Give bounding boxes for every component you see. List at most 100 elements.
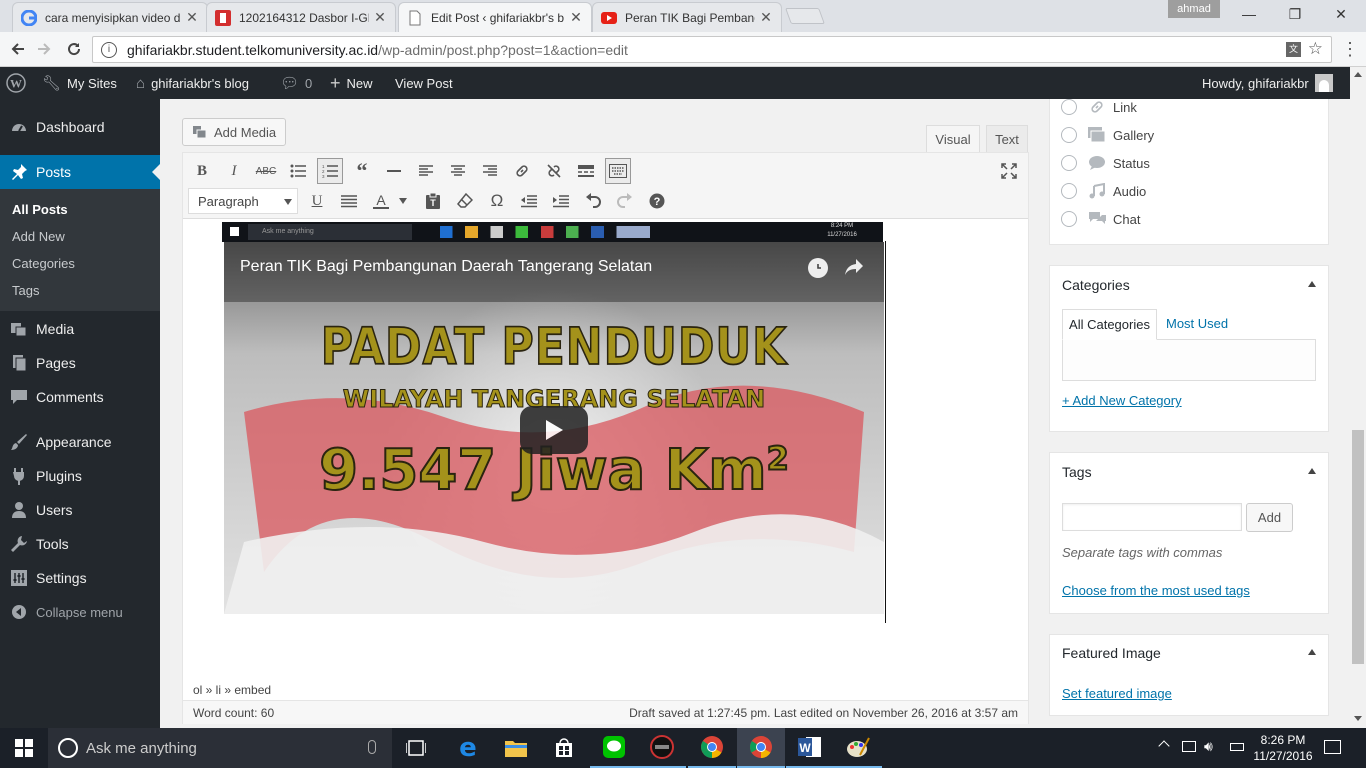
format-select[interactable]: Paragraph [188, 188, 298, 214]
restore-icon[interactable]: ❐ [1272, 2, 1318, 26]
chrome-active-icon[interactable] [737, 728, 785, 768]
menu-media[interactable]: Media [0, 312, 160, 346]
tab-visual[interactable]: Visual [926, 125, 980, 153]
menu-comments[interactable]: Comments [0, 380, 160, 414]
show-hidden-icons-chevron-icon[interactable] [1158, 740, 1170, 752]
network-icon[interactable] [1182, 741, 1196, 752]
horizontal-line-icon[interactable] [381, 158, 407, 184]
bold-icon[interactable]: B [189, 158, 215, 184]
menu-users[interactable]: Users [0, 493, 160, 527]
watch-later-icon[interactable] [808, 258, 828, 278]
close-icon[interactable]: ✕ [185, 9, 199, 26]
scrollbar-thumb[interactable] [1352, 430, 1364, 664]
help-icon[interactable]: ? [644, 188, 670, 214]
browser-tab-google[interactable]: cara menyisipkan video d ✕ [12, 2, 208, 32]
scroll-down-arrow-icon[interactable] [1354, 716, 1362, 721]
collapse-arrow-icon[interactable] [1308, 468, 1316, 474]
microphone-icon[interactable] [368, 740, 376, 754]
share-icon[interactable] [844, 258, 864, 276]
text-color-dropdown-icon[interactable] [394, 188, 412, 214]
set-featured-image-link[interactable]: Set featured image [1062, 686, 1172, 701]
insert-link-icon[interactable] [509, 158, 535, 184]
task-view-icon[interactable] [392, 728, 440, 768]
menu-plugins[interactable]: Plugins [0, 459, 160, 493]
blockquote-icon[interactable]: “ [349, 158, 375, 184]
comments-menu[interactable]: 💬︎ 0 [280, 67, 312, 99]
menu-posts[interactable]: Posts [0, 155, 160, 189]
radio-button[interactable] [1061, 155, 1077, 171]
clear-formatting-icon[interactable] [452, 188, 478, 214]
collapse-arrow-icon[interactable] [1308, 281, 1316, 287]
action-center-icon[interactable] [1324, 740, 1341, 754]
add-new-category-link[interactable]: + Add New Category [1062, 393, 1182, 408]
reload-icon[interactable] [62, 37, 86, 61]
site-name-menu[interactable]: ⌂ ghifariakbr's blog [136, 67, 249, 99]
submenu-tags[interactable]: Tags [12, 283, 39, 298]
special-character-icon[interactable]: Ω [484, 188, 510, 214]
play-button[interactable] [520, 406, 588, 454]
start-button[interactable] [0, 728, 48, 768]
browser-tab-youtube[interactable]: Peran TIK Bagi Pembang ✕ [592, 2, 782, 32]
new-content-menu[interactable]: + New [330, 67, 373, 99]
window-close-icon[interactable]: ✕ [1318, 2, 1364, 26]
edge-browser-icon[interactable]: e [444, 728, 492, 768]
italic-icon[interactable]: I [221, 158, 247, 184]
close-icon[interactable]: ✕ [569, 9, 583, 26]
minimize-icon[interactable]: — [1226, 2, 1272, 26]
back-arrow-icon[interactable] [6, 37, 30, 61]
bookmark-star-icon[interactable]: ☆ [1308, 39, 1323, 59]
browser-tab-edit-post[interactable]: Edit Post ‹ ghifariakbr's b ✕ [398, 2, 592, 32]
paste-as-text-icon[interactable]: T [420, 188, 446, 214]
choose-most-used-tags-link[interactable]: Choose from the most used tags [1062, 583, 1250, 598]
menu-dashboard[interactable]: Dashboard [0, 110, 160, 144]
chrome-menu-icon[interactable]: ⋮ [1338, 37, 1362, 61]
line-app-icon[interactable] [590, 728, 638, 768]
undo-icon[interactable] [580, 188, 606, 214]
translate-icon[interactable]: 文 [1286, 42, 1301, 57]
volume-icon[interactable]: 🔊︎ [1204, 738, 1213, 755]
align-right-icon[interactable] [477, 158, 503, 184]
align-left-icon[interactable] [413, 158, 439, 184]
clock[interactable]: 8:26 PM 11/27/2016 [1252, 732, 1314, 764]
format-option-audio[interactable]: Audio [1061, 183, 1146, 199]
radio-button[interactable] [1061, 127, 1077, 143]
radio-button[interactable] [1061, 99, 1077, 115]
forward-arrow-icon[interactable] [32, 37, 56, 61]
tags-input[interactable] [1062, 503, 1242, 531]
menu-appearance[interactable]: Appearance [0, 425, 160, 459]
submenu-all-posts[interactable]: All Posts [12, 202, 68, 217]
youtube-embed[interactable]: Peran TIK Bagi Pembangunan Daerah Tanger… [224, 242, 884, 614]
user-account-menu[interactable]: Howdy, ghifariakbr [1202, 67, 1333, 99]
format-option-link[interactable]: Link [1061, 99, 1137, 115]
close-icon[interactable]: ✕ [373, 9, 387, 26]
fullscreen-icon[interactable] [996, 158, 1022, 184]
text-color-icon[interactable]: A [368, 188, 394, 214]
align-center-icon[interactable] [445, 158, 471, 184]
address-bar[interactable]: i ghifariakbr.student.telkomuniversity.a… [92, 36, 1332, 63]
redo-icon[interactable] [612, 188, 638, 214]
format-option-chat[interactable]: Chat [1061, 211, 1140, 227]
submenu-categories[interactable]: Categories [12, 256, 75, 271]
asus-app-icon[interactable] [638, 728, 686, 768]
collapse-menu-button[interactable]: Collapse menu [0, 595, 160, 629]
profile-badge[interactable]: ahmad [1168, 0, 1220, 18]
paint-icon[interactable] [834, 728, 882, 768]
menu-settings[interactable]: Settings [0, 561, 160, 595]
categories-tab-all[interactable]: All Categories [1062, 309, 1157, 340]
justify-icon[interactable] [336, 188, 362, 214]
decrease-indent-icon[interactable] [516, 188, 542, 214]
scroll-up-arrow-icon[interactable] [1354, 72, 1362, 77]
read-more-icon[interactable] [573, 158, 599, 184]
bulleted-list-icon[interactable] [285, 158, 311, 184]
new-tab-button[interactable] [785, 8, 825, 24]
word-icon[interactable]: W [786, 728, 834, 768]
strikethrough-icon[interactable]: ABC [253, 158, 279, 184]
collapse-arrow-icon[interactable] [1308, 649, 1316, 655]
numbered-list-icon[interactable]: 123 [317, 158, 343, 184]
browser-tab-igracias[interactable]: 1202164312 Dasbor I-GR ✕ [206, 2, 396, 32]
increase-indent-icon[interactable] [548, 188, 574, 214]
underline-icon[interactable]: U [304, 188, 330, 214]
menu-pages[interactable]: Pages [0, 346, 160, 380]
add-media-button[interactable]: Add Media [182, 118, 286, 146]
submenu-add-new[interactable]: Add New [12, 229, 65, 244]
